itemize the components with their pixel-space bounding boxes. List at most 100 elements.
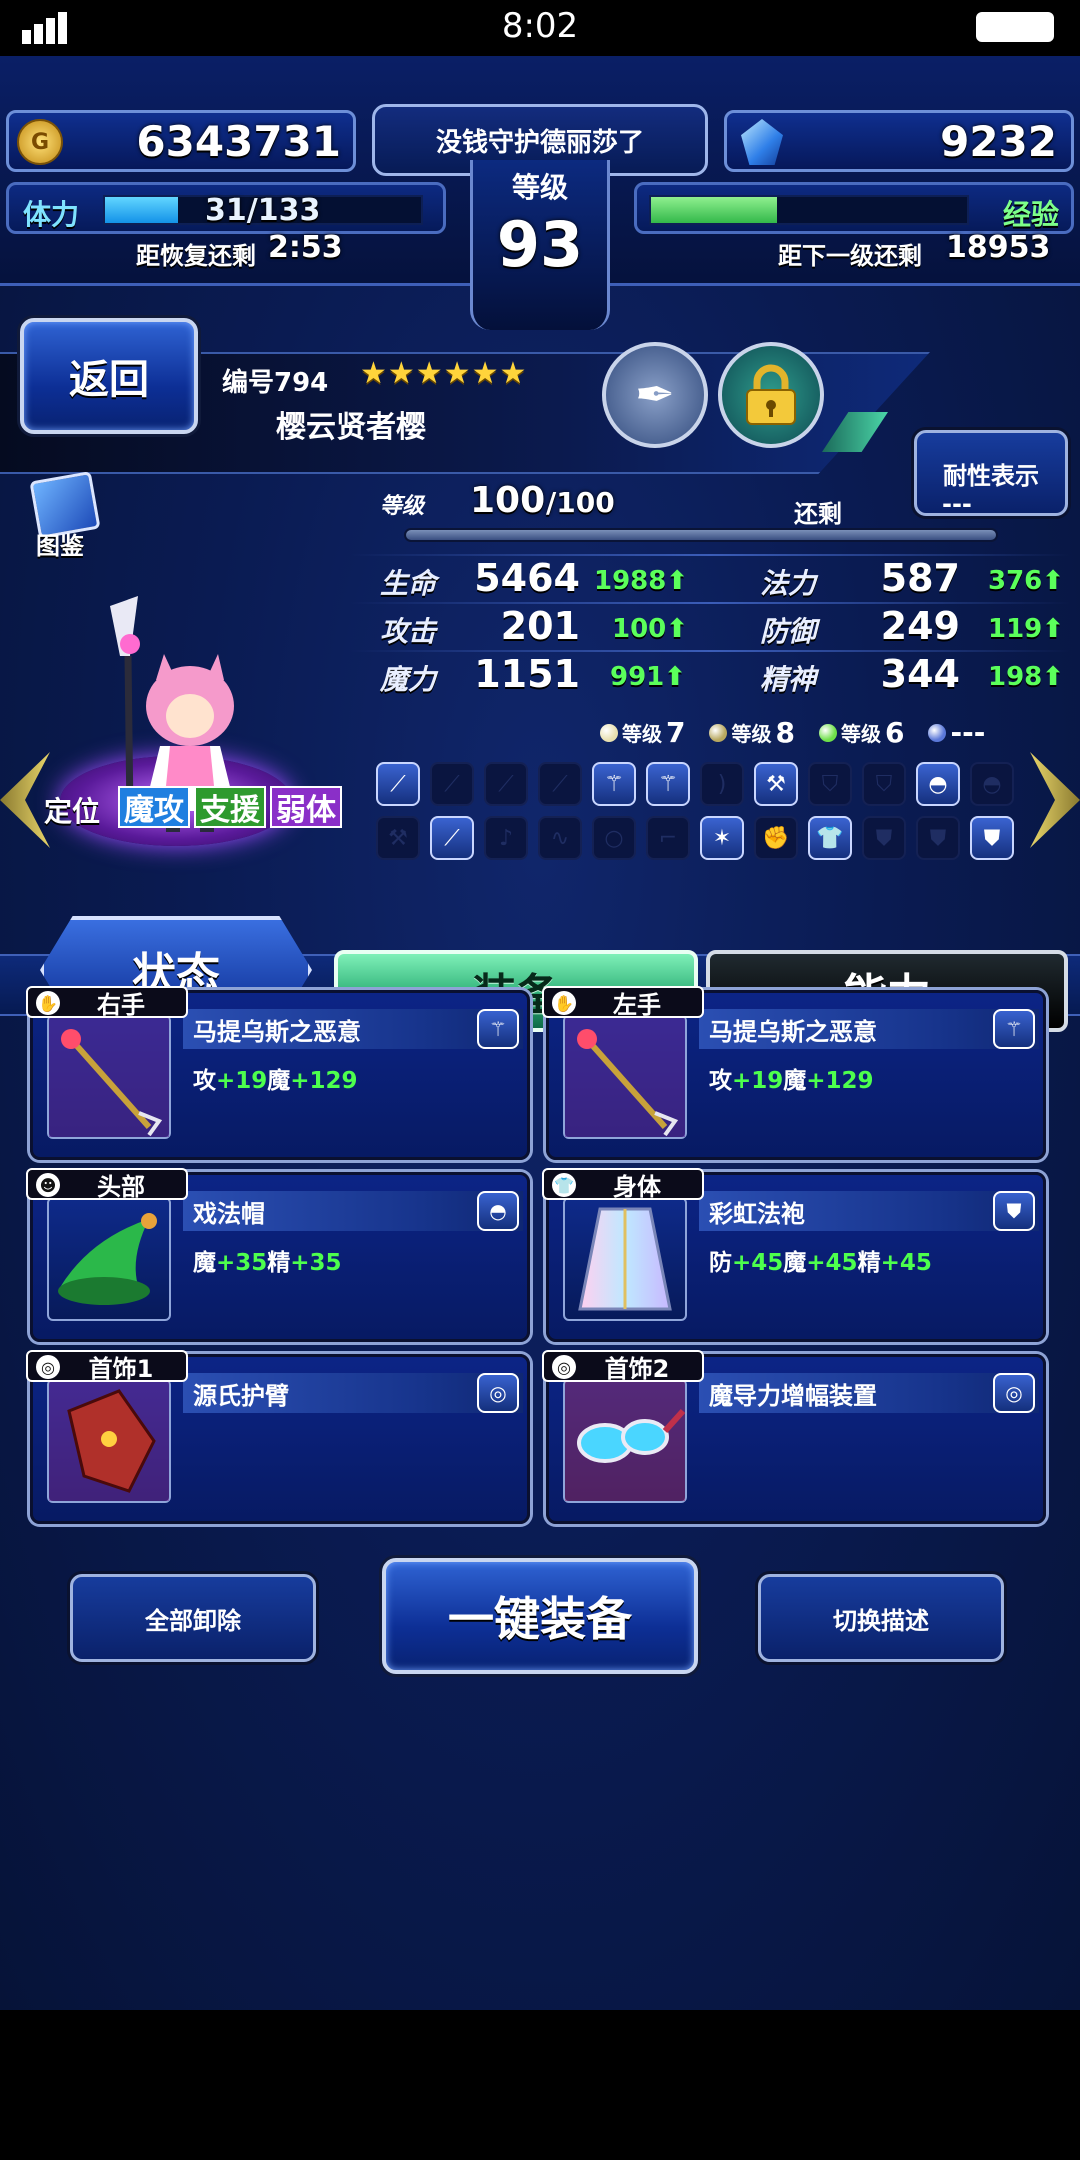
role-badge-magic-attack: 魔攻 [118, 786, 190, 828]
dark-staff-icon [565, 1017, 685, 1137]
clock: 8:02 [501, 6, 579, 46]
game-screen: G 6343731 没钱守护德丽莎了 等级 93 9232 体力 31/133 … [0, 56, 1080, 2010]
spear-icon: ⟋ [430, 816, 474, 860]
head-icon: ☻ [36, 1173, 60, 1197]
ring-icon: ◎ [477, 1373, 519, 1413]
dark-staff-icon [49, 1017, 169, 1137]
hat-icon: ◓ [916, 762, 960, 806]
signal-bar-3 [46, 18, 55, 44]
resistance-button[interactable]: 耐性表示 [914, 430, 1068, 516]
ring-icon: ◎ [36, 1355, 60, 1379]
exp-bar [649, 195, 969, 225]
dagger-icon: ⟋ [376, 762, 420, 806]
sphere-icon [928, 723, 947, 742]
stat-bonus-def: 119⬆ [988, 614, 1065, 644]
slot-label-head: ☻ 头部 [26, 1168, 188, 1201]
stamina-bar: 31/133 [103, 193, 423, 228]
status-bar: 8:02 [0, 0, 1080, 56]
sphere-icon [818, 723, 837, 742]
stat-bonus-mp: 376⬆ [988, 566, 1065, 596]
bonus-up-arrow-icon: ⬆ [1042, 662, 1065, 692]
back-button[interactable]: 返回 [20, 318, 198, 434]
recovery-label: 距恢复还剩 [136, 242, 256, 270]
staff-icon: ⚚ [592, 762, 636, 806]
sphere-level-value: 7 [666, 716, 686, 749]
item-image-staff [563, 1015, 687, 1139]
bonus-up-arrow-icon: ⬆ [1042, 566, 1065, 596]
stat-value-mp: 587 [880, 556, 960, 600]
stat-value-def: 249 [880, 604, 960, 648]
sphere-level-value: 8 [775, 716, 795, 749]
heavy-armor-icon: ⛊ [916, 816, 960, 860]
hand-icon: ✋ [552, 991, 576, 1015]
toggle-description-button[interactable]: 切换描述 [758, 1574, 1004, 1662]
sphere-level-label: 等级 [731, 722, 772, 746]
lock-button[interactable] [718, 342, 824, 448]
recovery-time: 2:53 [268, 230, 343, 265]
slot-label-body: 👕 身体 [542, 1168, 704, 1201]
prev-unit-arrow[interactable] [0, 752, 50, 848]
staff-icon: ⚚ [993, 1009, 1035, 1049]
next-unit-arrow[interactable] [1030, 752, 1080, 848]
lore-quill-button[interactable]: ✒ [602, 342, 708, 448]
item-name: 戏法帽 [183, 1191, 523, 1231]
stat-value-spr: 344 [880, 652, 960, 696]
unit-exp-remaining-value: --- [942, 490, 972, 518]
gem-amount: 9232 [940, 117, 1057, 166]
hand-icon: ✋ [36, 991, 60, 1015]
sphere-icon [709, 723, 728, 742]
staff-icon: ⚚ [477, 1009, 519, 1049]
stat-bonus-mag: 991⬆ [610, 662, 687, 692]
sphere-level-item: 等级 8 [709, 716, 795, 749]
exp-panel: 经验 [634, 182, 1074, 234]
stat-label-spr: 精神 [760, 663, 817, 696]
stat-label-mp: 法力 [760, 567, 817, 600]
item-stats: 攻+19魔+129 [709, 1068, 874, 1094]
stat-value-hp: 5464 [474, 556, 580, 600]
auto-equip-button[interactable]: 一键装备 [382, 1558, 698, 1674]
bow-icon: ) [700, 762, 744, 806]
stat-label-atk: 攻击 [380, 615, 437, 648]
padlock-icon [746, 364, 796, 425]
gauntlet-icon [49, 1381, 169, 1501]
unit-level-value: 100 [470, 480, 546, 521]
item-stats: 攻+19魔+129 [193, 1068, 358, 1094]
item-name: 魔导力增幅装置 [699, 1373, 1039, 1413]
stat-divider [350, 602, 1070, 604]
exp-label: 经验 [1002, 198, 1059, 231]
helm-icon: ◓ [970, 762, 1014, 806]
stat-bonus-atk: 100⬆ [612, 614, 689, 644]
sphere-level-item: 等级 7 [600, 716, 685, 749]
slot-label-accessory-1: ◎ 首饰1 [26, 1350, 188, 1383]
role-badge-support: 支援 [194, 786, 266, 828]
signal-bar-1 [22, 30, 31, 44]
light-shield-icon: ⛉ [808, 762, 852, 806]
item-image-goggles [563, 1379, 687, 1503]
unit-rarity-stars: ★★★★★★ [360, 356, 528, 391]
stat-divider [350, 554, 1070, 556]
slot-label-accessory-2: ◎ 首饰2 [542, 1350, 704, 1383]
robe-icon: ⛊ [970, 816, 1014, 860]
item-image-hat [47, 1197, 171, 1321]
quill-book-icon: ✒ [634, 367, 676, 423]
unit-level-bar [404, 528, 998, 542]
sphere-level-value: 6 [884, 716, 905, 749]
unequip-all-button[interactable]: 全部卸除 [70, 1574, 316, 1662]
stat-label-mag: 魔力 [380, 663, 437, 696]
battery-icon [976, 12, 1054, 42]
role-badge-debuff: 弱体 [270, 786, 342, 828]
exp-bar-fill [651, 197, 778, 223]
rainbow-robe-icon [578, 1207, 672, 1311]
bottom-bar [0, 2010, 1080, 2160]
bonus-up-arrow-icon: ⬆ [666, 614, 689, 644]
sphere-level-label: 等级 [840, 722, 881, 746]
encyclopedia-label[interactable]: 图鉴 [36, 526, 84, 561]
item-name: 彩虹法袍 [699, 1191, 1039, 1231]
stamina-panel: 体力 31/133 [6, 182, 446, 234]
throwing-icon: ○ [592, 816, 636, 860]
ring-icon: ◎ [552, 1355, 576, 1379]
harp-icon: ♪ [484, 816, 528, 860]
clothes-icon: 👕 [808, 816, 852, 860]
sphere-level-row: 等级 7 等级 8 等级 6 --- [600, 716, 985, 749]
gil-coin-icon: G [17, 119, 63, 165]
